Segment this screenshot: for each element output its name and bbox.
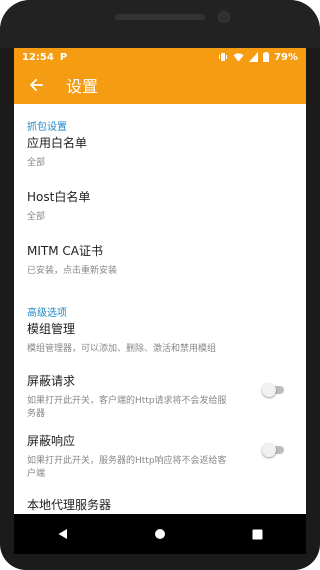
toggle-thumb	[262, 443, 276, 457]
page-title: 设置	[66, 77, 99, 96]
section-header-advanced: 高级选项	[27, 308, 67, 319]
status-icons: 79%	[218, 52, 298, 63]
settings-list: 抓包设置 应用白名单 全部 Host白名单 全部 MITM CA证书 已安装，点…	[14, 104, 306, 534]
p-app-icon: P	[59, 51, 68, 63]
pref-module-manager[interactable]: 模组管理 模组管理器，可以添加、删除、激活和禁用模组	[14, 320, 306, 372]
pref-title: MITM CA证书	[27, 244, 103, 258]
pref-mitm-ca-cert[interactable]: MITM CA证书 已安装，点击重新安装	[14, 242, 306, 290]
app-bar: 设置	[14, 66, 306, 104]
status-time: 12:54	[22, 51, 54, 63]
section-header-capture: 抓包设置	[27, 122, 67, 133]
pref-summary: 如果打开此开关，服务器的Http响应将不会返给客户端	[27, 456, 227, 479]
pref-title: Host白名单	[27, 190, 91, 204]
battery-percent: 79%	[274, 51, 298, 63]
back-triangle-icon[interactable]	[48, 519, 78, 549]
pref-title: 应用白名单	[27, 136, 88, 150]
pref-summary: 模组管理器，可以添加、删除、激活和禁用模组	[27, 344, 217, 354]
recents-square-icon[interactable]	[242, 519, 272, 549]
pref-app-whitelist[interactable]: 应用白名单 全部	[14, 134, 306, 188]
front-camera	[218, 11, 230, 23]
block-response-toggle[interactable]	[262, 443, 286, 457]
battery-icon	[263, 52, 270, 62]
screen: 12:54 P 79% 设置 抓包设置 应用白名单 全部 Host白名单 全部 …	[14, 48, 306, 554]
pref-host-whitelist[interactable]: Host白名单 全部	[14, 188, 306, 242]
pref-summary: 已安装，点击重新安装	[27, 266, 118, 276]
pref-block-request[interactable]: 屏蔽请求 如果打开此开关，客户端的Http请求将不会发给服务器	[14, 372, 306, 432]
pref-summary: 全部	[27, 158, 46, 168]
pref-title: 模组管理	[27, 322, 76, 336]
pref-summary: 全部	[27, 212, 46, 222]
phone-top-bezel	[0, 0, 320, 48]
vibrate-icon	[218, 52, 228, 62]
back-arrow-icon[interactable]	[26, 75, 46, 95]
home-circle-icon[interactable]	[145, 519, 175, 549]
pref-summary: 如果打开此开关，客户端的Http请求将不会发给服务器	[27, 396, 227, 419]
wifi-icon	[233, 52, 244, 62]
pref-title: 屏蔽响应	[27, 434, 76, 448]
pref-block-response[interactable]: 屏蔽响应 如果打开此开关，服务器的Http响应将不会返给客户端	[14, 432, 306, 496]
block-request-toggle[interactable]	[262, 383, 286, 397]
toggle-thumb	[262, 383, 276, 397]
signal-icon	[249, 52, 259, 62]
navigation-bar	[14, 514, 306, 554]
status-bar: 12:54 P 79%	[14, 48, 306, 66]
pref-title: 本地代理服务器	[27, 498, 112, 512]
pref-title: 屏蔽请求	[27, 374, 76, 388]
phone-frame: 12:54 P 79% 设置 抓包设置 应用白名单 全部 Host白名单 全部 …	[0, 0, 320, 570]
speaker-grille	[115, 14, 205, 20]
